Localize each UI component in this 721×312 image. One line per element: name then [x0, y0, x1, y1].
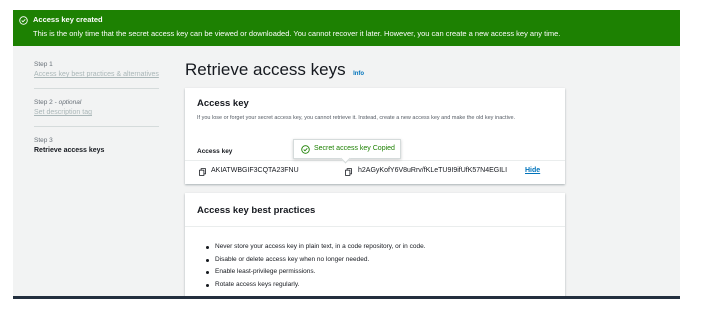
step-3-number: Step 3	[34, 137, 53, 144]
step-3-current: Retrieve access keys	[34, 147, 105, 154]
copied-tooltip: Secret access key Copied	[293, 139, 401, 164]
page-title-text: Retrieve access keys	[185, 60, 346, 79]
best-practices-heading: Access key best practices	[197, 205, 316, 216]
access-key-id: AKIATWBGIF3CQTA23FNU	[211, 167, 299, 174]
step-2-number: Step 2 - optional	[34, 99, 82, 106]
copy-icon[interactable]	[199, 168, 206, 176]
info-link[interactable]: Info	[353, 71, 364, 77]
row-divider	[185, 160, 565, 161]
list-item: Disable or delete access key when no lon…	[205, 254, 426, 267]
step-2: Step 2 - optional Set description tag	[34, 98, 159, 118]
banner-title: Access key created	[33, 15, 103, 24]
card-divider	[185, 226, 565, 227]
bottom-bar	[13, 296, 680, 299]
wizard-steps: Step 1 Access key best practices & alter…	[34, 60, 159, 156]
step-divider	[34, 88, 159, 89]
step-1: Step 1 Access key best practices & alter…	[34, 60, 159, 80]
banner-message: This is the only time that the secret ac…	[33, 29, 561, 38]
copy-icon[interactable]	[345, 168, 352, 176]
secret-access-key: h2AGyKofY6V8uRrv/fKLeTU9I9ifUfK57N4EGILI	[358, 167, 508, 174]
best-practices-card: Access key best practices Never store yo…	[185, 193, 565, 296]
step-1-link[interactable]: Access key best practices & alternatives	[34, 69, 159, 80]
check-circle-icon	[301, 145, 310, 154]
list-item: Enable least-privilege permissions.	[205, 266, 426, 279]
tooltip-text: Secret access key Copied	[314, 145, 395, 152]
step-1-number: Step 1	[34, 61, 53, 68]
best-practices-list: Never store your access key in plain tex…	[205, 241, 426, 291]
page-title: Retrieve access keys Info	[185, 60, 364, 80]
list-item: Never store your access key in plain tex…	[205, 241, 426, 254]
success-banner: Access key created This is the only time…	[13, 10, 680, 46]
list-item: Rotate access keys regularly.	[205, 279, 426, 292]
check-circle-icon	[19, 16, 28, 25]
access-key-column-header: Access key	[197, 148, 233, 155]
access-key-card: Access key If you lose or forget your se…	[185, 88, 565, 184]
wizard-shell: Step 1 Access key best practices & alter…	[13, 46, 680, 296]
step-2-link[interactable]: Set description tag	[34, 107, 159, 118]
access-key-description: If you lose or forget your secret access…	[197, 115, 516, 121]
hide-secret-link[interactable]: Hide	[525, 167, 540, 174]
step-divider	[34, 126, 159, 127]
step-3: Step 3 Retrieve access keys	[34, 136, 159, 156]
access-key-heading: Access key	[197, 98, 249, 109]
